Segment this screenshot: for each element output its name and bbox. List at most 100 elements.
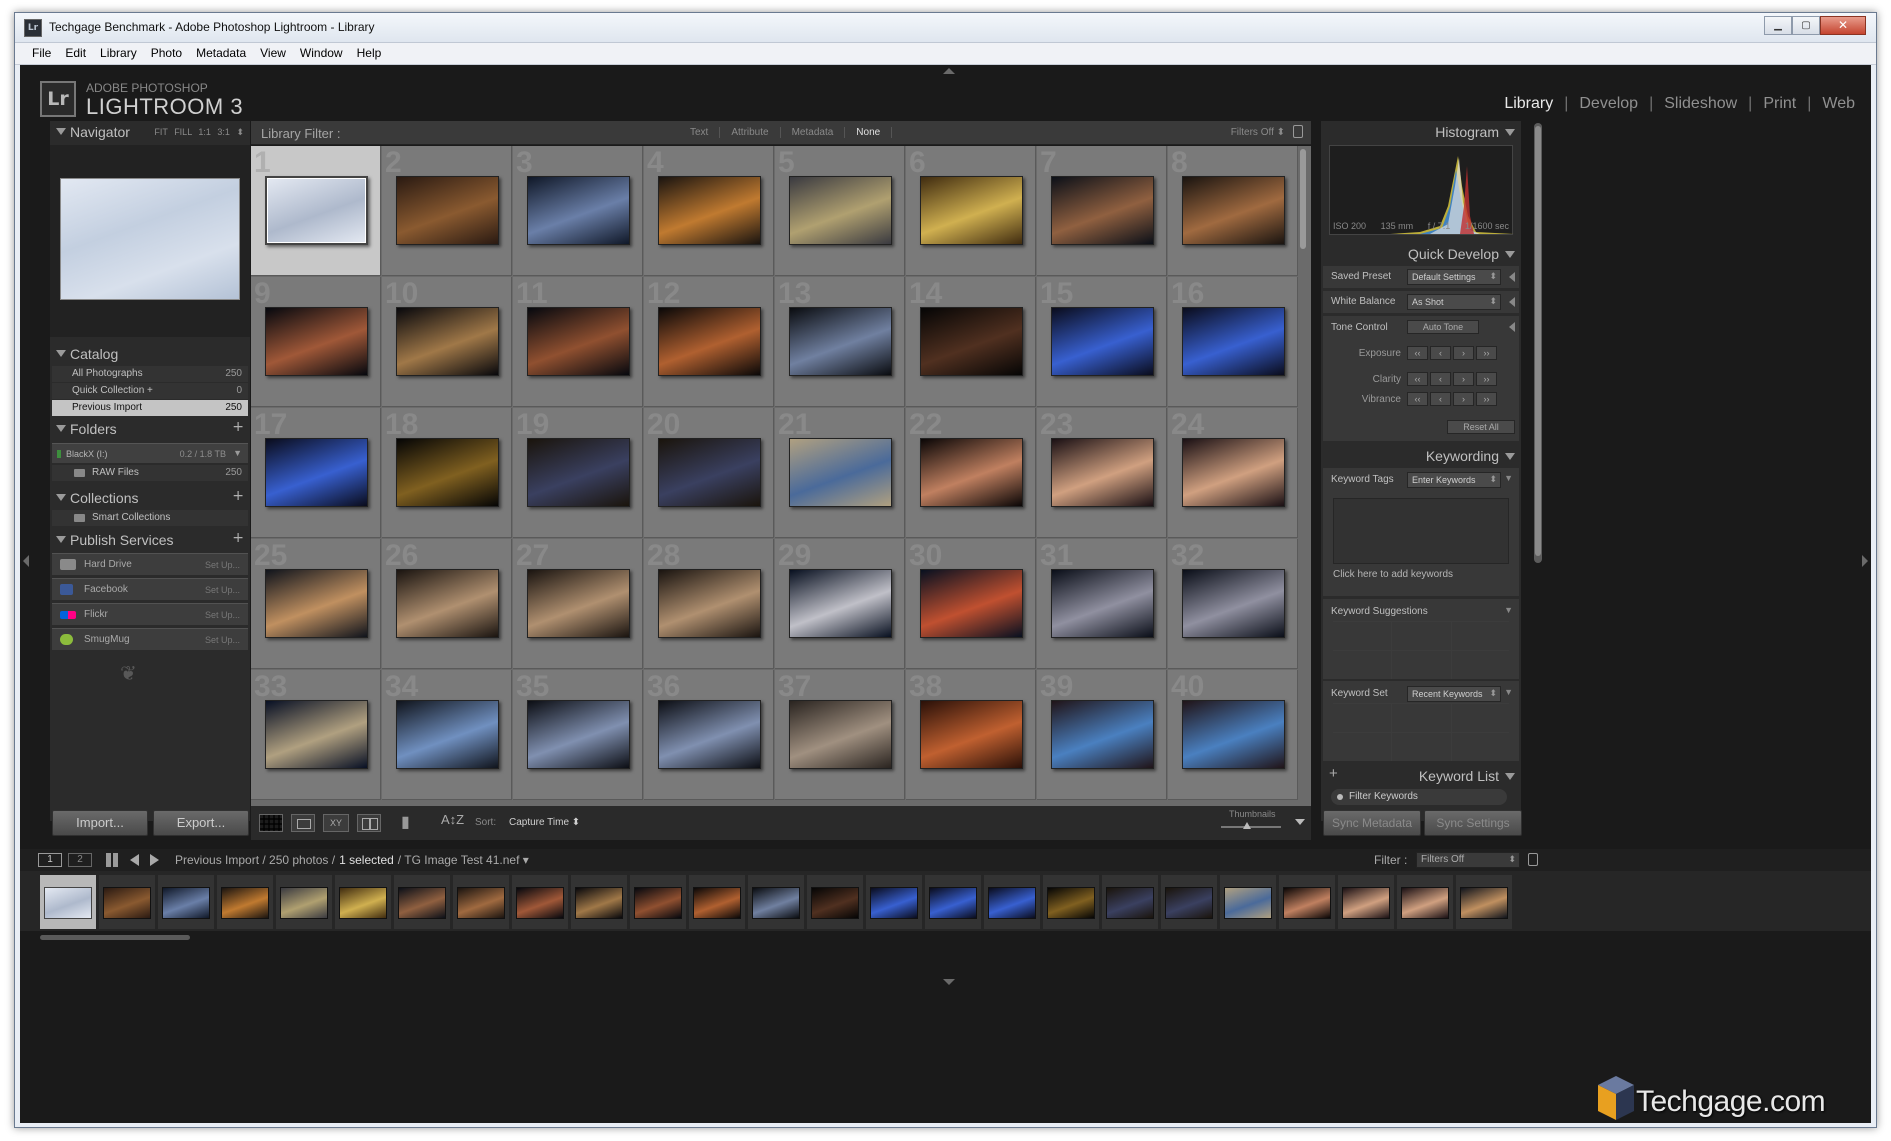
navigator-header[interactable]: Navigator FIT FILL 1:1 3:1 ⬍ bbox=[50, 121, 250, 145]
menu-window[interactable]: Window bbox=[293, 43, 350, 64]
photo-thumbnail[interactable] bbox=[789, 569, 892, 638]
disclosure-triangle-icon[interactable] bbox=[1509, 322, 1515, 332]
publish-service-smugmug[interactable]: SmugMug Set Up... bbox=[52, 628, 248, 650]
photo-thumbnail[interactable] bbox=[265, 176, 368, 245]
painter-spray-can-icon[interactable]: ▮ bbox=[401, 812, 415, 834]
photo-thumbnail[interactable] bbox=[789, 700, 892, 769]
grid-cell[interactable]: 33 bbox=[251, 670, 381, 800]
thumbnail-size-slider-handle[interactable] bbox=[1243, 822, 1251, 829]
grid-cell[interactable]: 2 bbox=[382, 146, 512, 276]
photo-thumbnail[interactable] bbox=[920, 700, 1023, 769]
clarity-increase-large-button[interactable]: ›› bbox=[1476, 372, 1497, 386]
folder-item-raw-files[interactable]: RAW Files 250 bbox=[52, 465, 248, 481]
photo-thumbnail[interactable] bbox=[396, 176, 499, 245]
photo-thumbnail[interactable] bbox=[789, 176, 892, 245]
grid-cell[interactable]: 18 bbox=[382, 408, 512, 538]
grid-cell[interactable]: 40 bbox=[1168, 670, 1298, 800]
filmstrip-thumbnail[interactable] bbox=[1342, 887, 1390, 919]
photo-thumbnail[interactable] bbox=[527, 176, 630, 245]
filmstrip-cell[interactable] bbox=[1456, 875, 1512, 929]
secondary-display-button[interactable]: 2 bbox=[68, 853, 92, 867]
grid-cell[interactable]: 9 bbox=[251, 277, 381, 407]
grid-cell[interactable]: 1 bbox=[251, 146, 381, 276]
photo-thumbnail[interactable] bbox=[396, 438, 499, 507]
grid-cell[interactable]: 15 bbox=[1037, 277, 1167, 407]
publish-services-header[interactable]: Publish Services + bbox=[50, 529, 250, 553]
filmstrip-thumbnail[interactable] bbox=[1283, 887, 1331, 919]
photo-thumbnail[interactable] bbox=[658, 700, 761, 769]
photo-thumbnail[interactable] bbox=[265, 438, 368, 507]
exposure-increase-large-button[interactable]: ›› bbox=[1476, 346, 1497, 360]
photo-thumbnail[interactable] bbox=[1051, 700, 1154, 769]
photo-thumbnail[interactable] bbox=[920, 176, 1023, 245]
photo-thumbnail[interactable] bbox=[1051, 176, 1154, 245]
photo-thumbnail[interactable] bbox=[396, 569, 499, 638]
filmstrip-thumbnail[interactable] bbox=[1460, 887, 1508, 919]
filmstrip-cell[interactable] bbox=[276, 875, 332, 929]
grid-cell[interactable]: 4 bbox=[644, 146, 774, 276]
navigator-preview-image[interactable] bbox=[60, 178, 240, 300]
filmstrip-thumbnail[interactable] bbox=[929, 887, 977, 919]
grid-cell[interactable]: 14 bbox=[906, 277, 1036, 407]
filmstrip-thumbnail[interactable] bbox=[811, 887, 859, 919]
photo-thumbnail[interactable] bbox=[1051, 438, 1154, 507]
filmstrip-cell[interactable] bbox=[217, 875, 273, 929]
catalog-header[interactable]: Catalog bbox=[50, 343, 250, 367]
filmstrip-cell[interactable] bbox=[394, 875, 450, 929]
filmstrip-thumbnail[interactable] bbox=[575, 887, 623, 919]
keyword-set-select[interactable]: Recent Keywords bbox=[1407, 686, 1501, 702]
grid-cell[interactable]: 3 bbox=[513, 146, 643, 276]
filmstrip-cell[interactable] bbox=[1102, 875, 1158, 929]
maximize-button[interactable]: ▢ bbox=[1792, 16, 1820, 35]
disclosure-triangle-icon[interactable] bbox=[1509, 297, 1515, 307]
exposure-decrease-large-button[interactable]: ‹‹ bbox=[1407, 346, 1428, 360]
menu-metadata[interactable]: Metadata bbox=[189, 43, 253, 64]
grid-cell[interactable]: 28 bbox=[644, 539, 774, 669]
collapse-triangle-icon[interactable] bbox=[1505, 251, 1515, 258]
forward-arrow-icon[interactable] bbox=[150, 854, 159, 866]
white-balance-select[interactable]: As Shot bbox=[1407, 294, 1501, 310]
collection-item-smart-collections[interactable]: Smart Collections bbox=[52, 510, 248, 526]
module-library[interactable]: Library bbox=[1504, 95, 1553, 113]
minimize-button[interactable]: ▁ bbox=[1764, 16, 1792, 35]
photo-thumbnail[interactable] bbox=[920, 307, 1023, 376]
photo-thumbnail[interactable] bbox=[527, 569, 630, 638]
zoom-fit[interactable]: FIT bbox=[154, 127, 167, 137]
filmstrip-thumbnail[interactable] bbox=[516, 887, 564, 919]
add-publish-service-icon[interactable]: + bbox=[232, 530, 244, 546]
filmstrip-thumbnail[interactable] bbox=[221, 887, 269, 919]
filmstrip-cell[interactable] bbox=[571, 875, 627, 929]
photo-thumbnail[interactable] bbox=[265, 307, 368, 376]
grid-cell[interactable]: 27 bbox=[513, 539, 643, 669]
grid-cell[interactable]: 30 bbox=[906, 539, 1036, 669]
title-bar[interactable]: Lr Techgage Benchmark - Adobe Photoshop … bbox=[15, 13, 1876, 43]
lock-icon[interactable] bbox=[1528, 853, 1538, 866]
filmstrip-cell[interactable] bbox=[1338, 875, 1394, 929]
collapse-triangle-icon[interactable] bbox=[56, 494, 66, 501]
filmstrip-thumbnail[interactable] bbox=[1106, 887, 1154, 919]
grid-cell[interactable]: 24 bbox=[1168, 408, 1298, 538]
module-web[interactable]: Web bbox=[1822, 95, 1855, 113]
filmstrip-thumbnail[interactable] bbox=[1401, 887, 1449, 919]
filmstrip-thumbnail[interactable] bbox=[752, 887, 800, 919]
filmstrip-cell[interactable] bbox=[1220, 875, 1276, 929]
bottom-panel-toggle-icon[interactable] bbox=[943, 979, 955, 985]
filmstrip-cell[interactable] bbox=[630, 875, 686, 929]
compare-view-button[interactable]: XY bbox=[323, 814, 349, 832]
filmstrip-cell[interactable] bbox=[689, 875, 745, 929]
grid-cell[interactable]: 6 bbox=[906, 146, 1036, 276]
filmstrip-thumbnail[interactable] bbox=[634, 887, 682, 919]
grid-cell[interactable]: 8 bbox=[1168, 146, 1298, 276]
filmstrip-thumbnail[interactable] bbox=[398, 887, 446, 919]
add-folder-icon[interactable]: + bbox=[232, 419, 244, 435]
publish-service-flickr[interactable]: Flickr Set Up... bbox=[52, 603, 248, 625]
grid-cell[interactable]: 10 bbox=[382, 277, 512, 407]
sort-direction-button[interactable]: A↕Z bbox=[441, 812, 464, 827]
photo-thumbnail[interactable] bbox=[396, 700, 499, 769]
filmstrip-cell[interactable] bbox=[40, 875, 96, 929]
collapse-triangle-icon[interactable] bbox=[56, 350, 66, 357]
grid-cell[interactable]: 31 bbox=[1037, 539, 1167, 669]
setup-link[interactable]: Set Up... bbox=[205, 585, 240, 595]
right-panel-scrollbar[interactable] bbox=[1534, 123, 1542, 563]
publish-service-facebook[interactable]: Facebook Set Up... bbox=[52, 578, 248, 600]
